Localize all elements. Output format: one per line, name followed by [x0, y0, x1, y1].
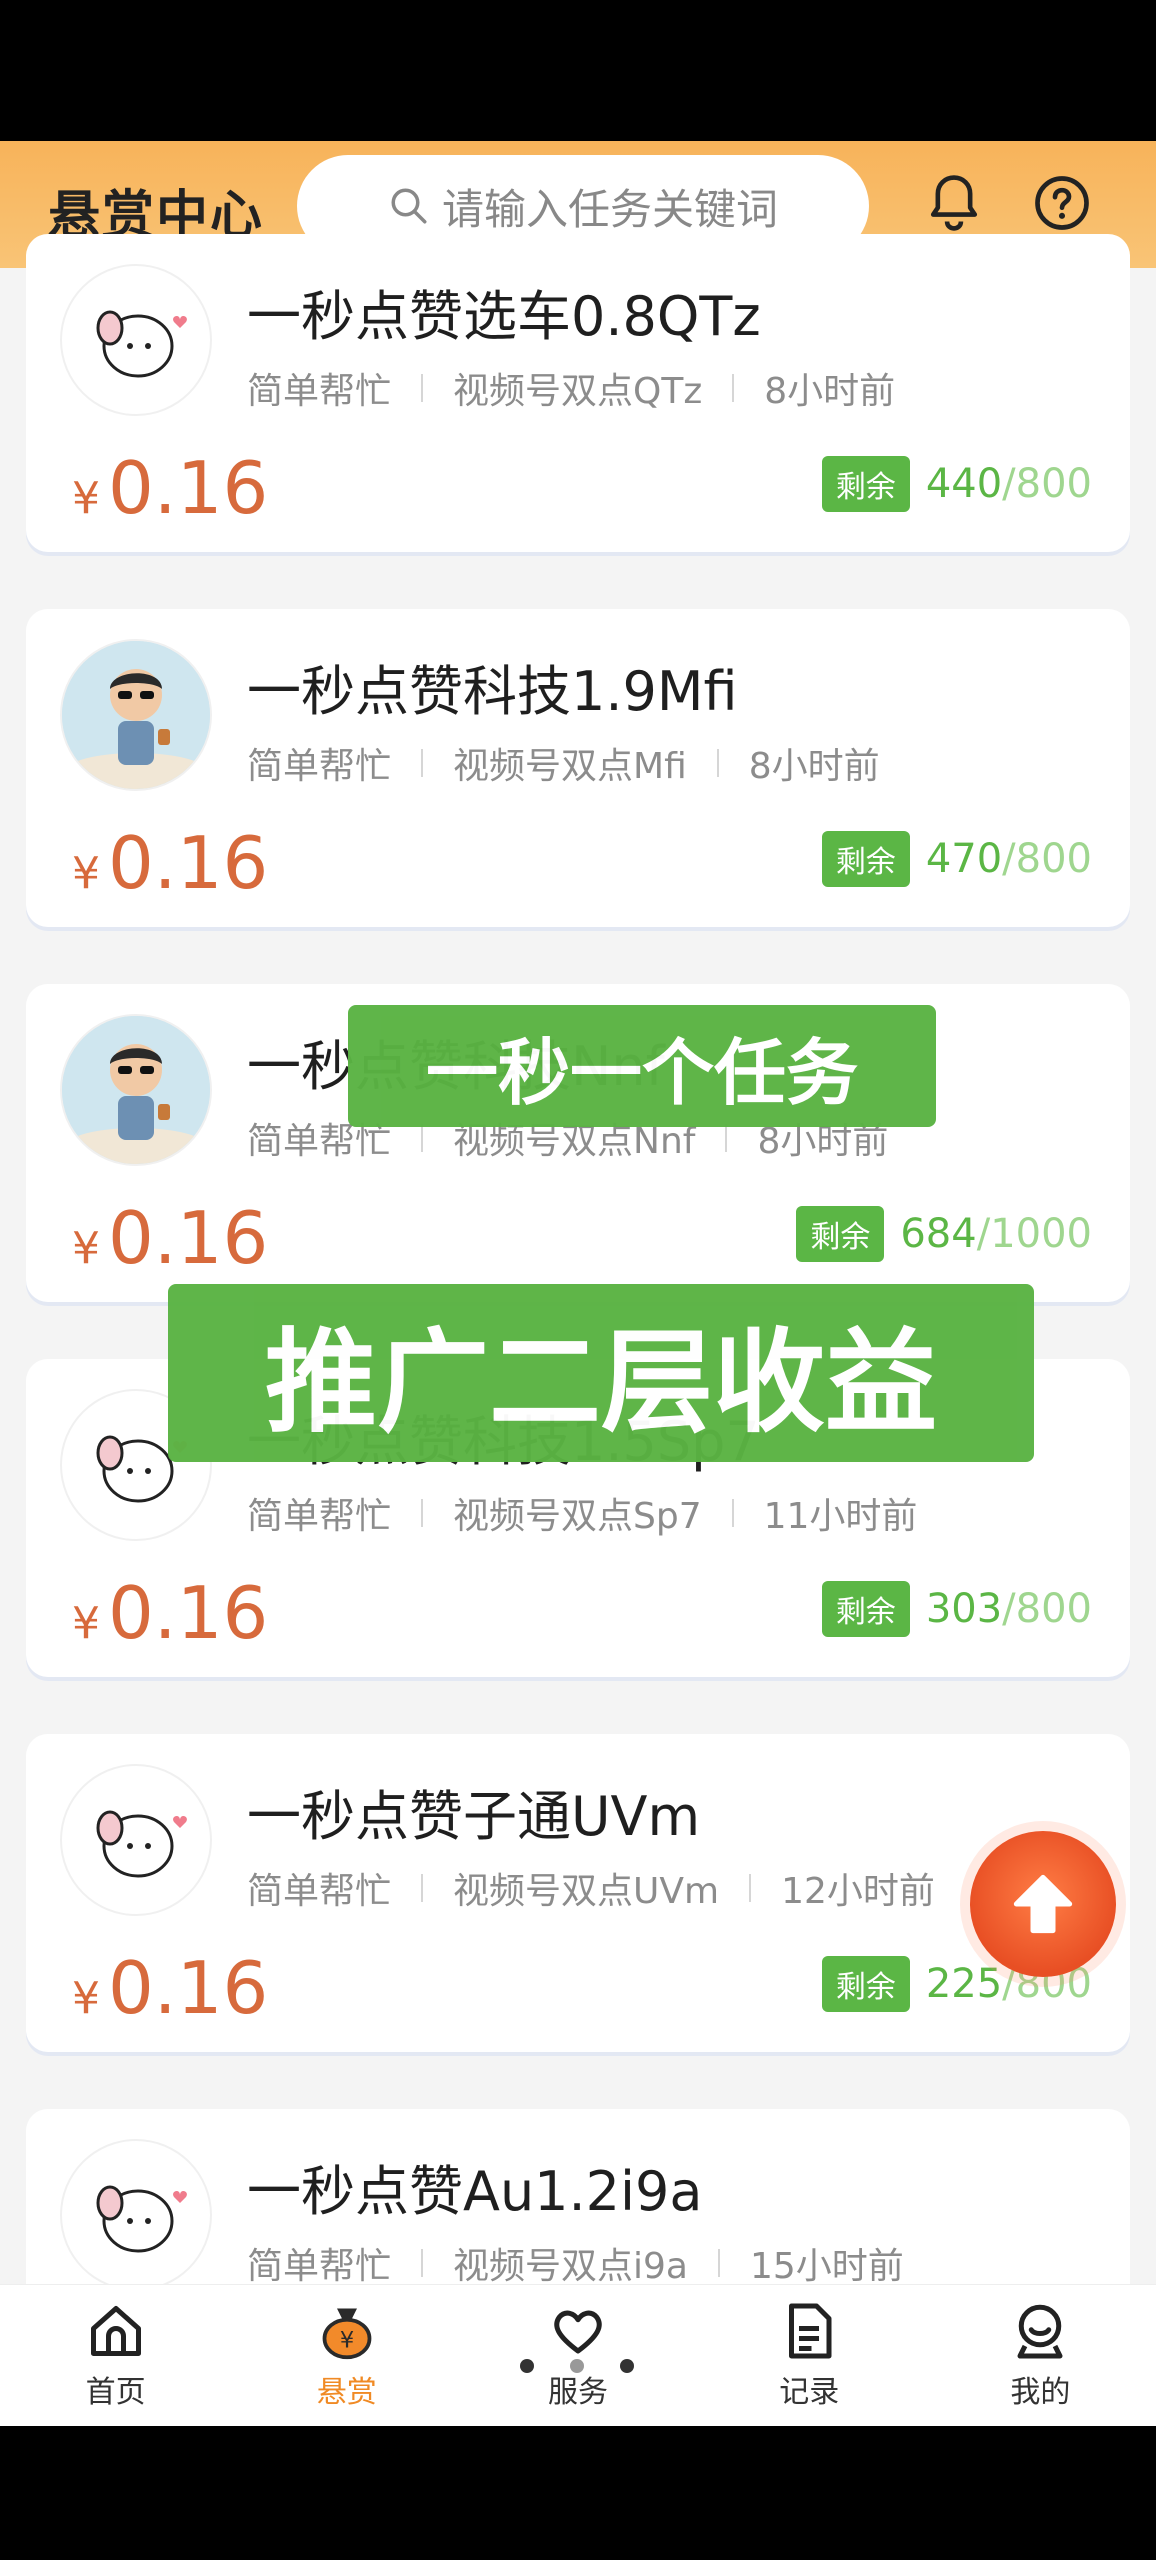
task-price: ¥0.16 [72, 821, 269, 905]
task-title: 一秒点赞选车0.8QTz [247, 285, 761, 348]
avatar [62, 1766, 210, 1914]
task-meta: 简单帮忙 视频号双点UVm 12小时前 [247, 1871, 935, 1912]
remaining-count: 剩余 470/800 [821, 831, 1092, 887]
arrow-up-icon [1013, 1874, 1073, 1934]
task-price: ¥0.16 [72, 1571, 269, 1655]
profile-icon [1017, 2304, 1063, 2358]
remain-badge: 剩余 [821, 1581, 910, 1637]
task-card[interactable]: 一秒点赞选车0.8QTz 简单帮忙 视频号双点QTz 8小时前 ¥0.16 剩余… [26, 234, 1130, 552]
remain-badge: 剩余 [821, 1956, 910, 2012]
task-meta: 简单帮忙 视频号双点QTz 8小时前 [247, 371, 896, 412]
bottom-tab-bar: 首页 ¥ 悬赏 服务 记录 我的 [0, 2284, 1156, 2426]
ghost-avatar-icon [96, 310, 187, 378]
heart-icon [554, 2310, 602, 2353]
avatar [62, 641, 210, 789]
avatar [62, 266, 210, 414]
tab-service[interactable]: 服务 [462, 2285, 693, 2426]
remaining-count: 剩余 440/800 [821, 456, 1092, 512]
boy-avatar-icon [62, 641, 210, 789]
remain-badge: 剩余 [821, 831, 910, 887]
bell-icon[interactable] [922, 171, 986, 235]
search-icon [391, 188, 427, 224]
task-price: ¥0.16 [72, 1196, 269, 1280]
tab-mine[interactable]: 我的 [925, 2285, 1156, 2426]
task-price: ¥0.16 [72, 1946, 269, 2030]
money-bag-icon: ¥ [322, 2308, 372, 2359]
ghost-avatar-icon [96, 1810, 187, 1878]
remain-badge: 剩余 [796, 1206, 885, 1262]
task-title: 一秒点赞Au1.2i9a [247, 2160, 703, 2223]
svg-text:¥: ¥ [340, 2327, 354, 2353]
task-meta: 简单帮忙 视频号双点i9a 15小时前 [247, 2246, 904, 2287]
task-meta: 简单帮忙 视频号双点Sp7 11小时前 [247, 1496, 918, 1537]
remaining-count: 剩余 684/1000 [796, 1206, 1092, 1262]
caption-banner-2: 推广二层收益 [168, 1284, 1034, 1462]
ghost-avatar-icon [96, 2185, 187, 2253]
task-title: 一秒点赞科技1.9Mfi [247, 660, 738, 723]
task-card[interactable]: 一秒点赞子通UVm 简单帮忙 视频号双点UVm 12小时前 ¥0.16 剩余 2… [26, 1734, 1130, 2052]
scroll-to-top-button[interactable] [970, 1831, 1116, 1977]
avatar [62, 2141, 210, 2289]
task-title: 一秒点赞子通UVm [247, 1785, 701, 1848]
task-meta: 简单帮忙 视频号双点Mfi 8小时前 [247, 746, 880, 787]
tab-reward[interactable]: ¥ 悬赏 [231, 2285, 462, 2426]
search-placeholder: 请输入任务关键词 [441, 184, 778, 234]
boy-avatar-icon [62, 1016, 210, 1164]
remain-badge: 剩余 [821, 456, 910, 512]
tab-records[interactable]: 记录 [694, 2285, 925, 2426]
document-icon [789, 2303, 832, 2358]
home-icon [90, 2305, 141, 2356]
app-screen: 悬赏中心 请输入任务关键词 一秒点赞选车0.8QTz 简单帮忙 视频号双点QTz… [0, 141, 1156, 2426]
tab-home[interactable]: 首页 [0, 2285, 231, 2426]
caption-banner-1: 一秒一个任务 [348, 1005, 936, 1127]
remaining-count: 剩余 303/800 [821, 1581, 1092, 1637]
pager-dots [520, 2359, 634, 2373]
task-card[interactable]: 一秒点赞科技1.9Mfi 简单帮忙 视频号双点Mfi 8小时前 ¥0.16 剩余… [26, 609, 1130, 927]
avatar [62, 1016, 210, 1164]
help-icon[interactable] [1030, 171, 1094, 235]
task-price: ¥0.16 [72, 446, 269, 530]
